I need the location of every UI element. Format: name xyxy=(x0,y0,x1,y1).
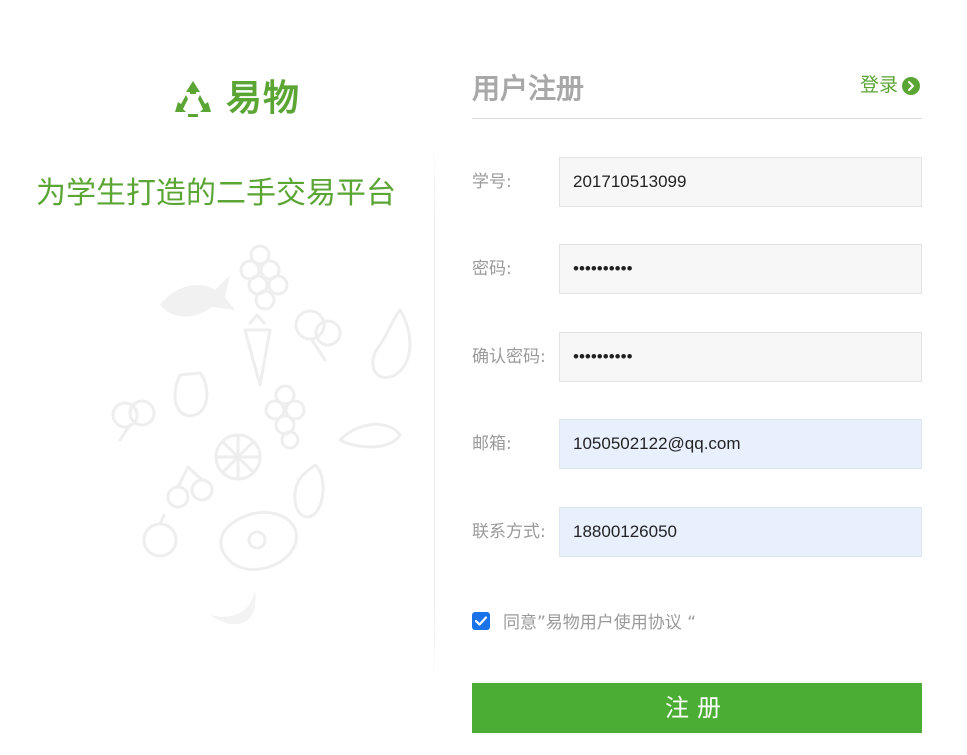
fish-icon xyxy=(160,275,235,317)
pepper-icon xyxy=(173,371,209,418)
produce-illustration xyxy=(100,235,430,659)
cherry-icon xyxy=(166,465,214,509)
student-id-input[interactable] xyxy=(559,157,922,207)
agreement-row: 同意”易物用户使用协议 “ xyxy=(472,608,696,633)
phone-input[interactable] xyxy=(559,507,922,557)
recycle-icon xyxy=(172,78,214,120)
eggplant-icon xyxy=(371,308,412,379)
steak-icon xyxy=(219,510,298,571)
broccoli-icon xyxy=(294,309,342,362)
title-divider xyxy=(472,118,922,119)
password-field: 密码: xyxy=(472,244,922,294)
agreement-checkbox[interactable] xyxy=(472,611,490,630)
confirm-password-field: 确认密码: xyxy=(472,332,922,382)
phone-label: 联系方式: xyxy=(472,522,546,542)
register-button[interactable]: 注册 xyxy=(472,683,922,733)
login-link-label: 登录 xyxy=(859,74,898,96)
login-link[interactable]: 登录 xyxy=(860,76,920,95)
agreement-text[interactable]: 同意”易物用户使用协议 “ xyxy=(503,608,696,633)
pear-icon xyxy=(293,463,325,519)
brand-panel: 易物 为学生打造的二手交易平台 xyxy=(0,0,434,755)
email-field: 邮箱: xyxy=(472,419,922,469)
arrow-circle-right-icon xyxy=(902,76,920,95)
citrus-icon xyxy=(214,433,262,481)
banana-icon xyxy=(210,590,256,625)
student-id-label: 学号: xyxy=(472,172,512,192)
carrot-icon xyxy=(243,313,272,387)
password-label: 密码: xyxy=(472,259,512,279)
password-input[interactable] xyxy=(559,244,922,294)
grapes2-icon xyxy=(264,384,306,450)
confirm-password-input[interactable] xyxy=(559,332,922,382)
apple-icon xyxy=(142,513,178,558)
broccoli2-icon xyxy=(111,399,156,442)
form-title: 用户注册 xyxy=(472,72,585,105)
logo: 易物 xyxy=(172,74,300,124)
brand-name: 易物 xyxy=(226,78,301,119)
email-label: 邮箱: xyxy=(472,434,512,454)
email-input[interactable] xyxy=(559,419,922,469)
panel-divider xyxy=(434,140,435,685)
confirm-password-label: 确认密码: xyxy=(472,347,546,367)
grapes-icon xyxy=(239,244,289,311)
shrimp-icon xyxy=(338,422,402,449)
phone-field: 联系方式: xyxy=(472,507,922,557)
checkmark-icon xyxy=(474,615,488,626)
student-id-field: 学号: xyxy=(472,157,922,207)
slogan: 为学生打造的二手交易平台 xyxy=(36,176,396,211)
